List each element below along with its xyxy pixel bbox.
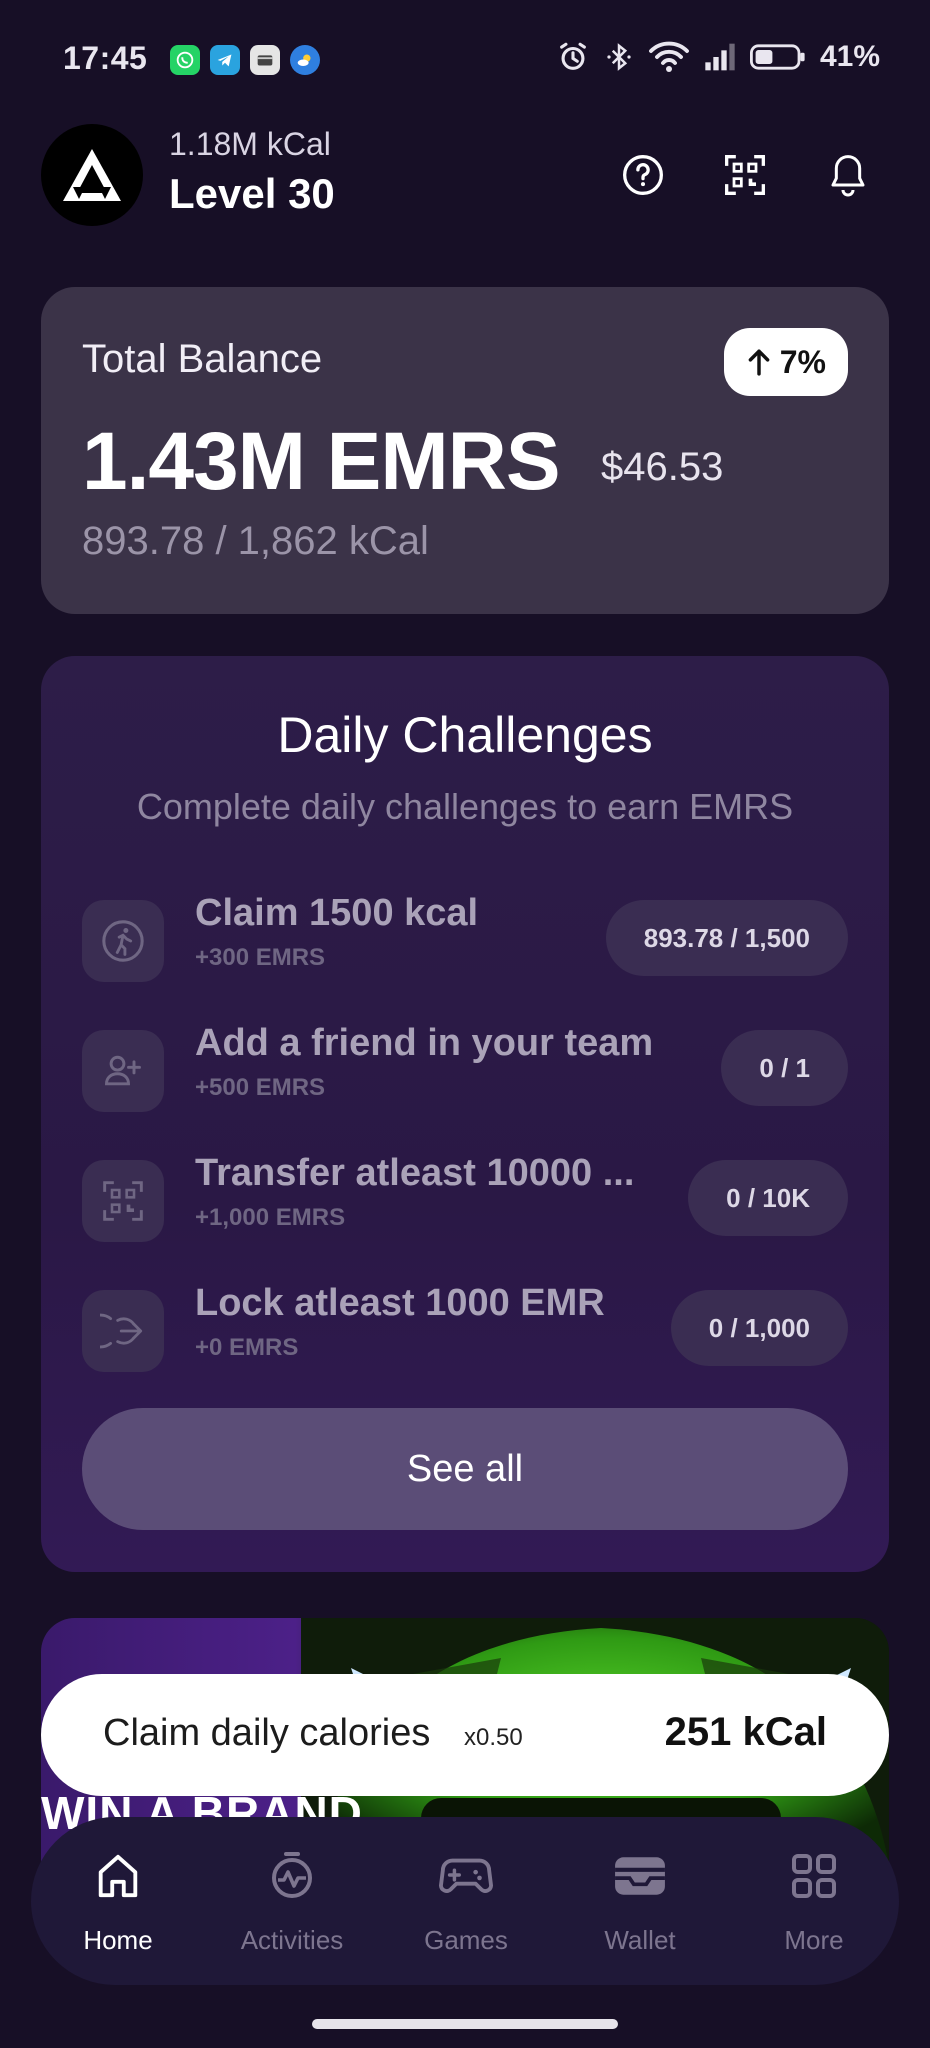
signal-icon [705, 43, 735, 71]
challenge-name: Claim 1500 kcal [195, 892, 479, 934]
add-user-icon [82, 1030, 164, 1112]
qr-transfer-icon [82, 1160, 164, 1242]
challenges-subtitle: Complete daily challenges to earn EMRS [136, 786, 794, 827]
daily-challenges-card: Daily Challenges Complete daily challeng… [41, 656, 889, 1572]
qr-scan-icon[interactable] [722, 152, 768, 198]
nav-label: Home [83, 1925, 153, 1955]
lock-stake-icon [82, 1290, 164, 1372]
claim-multiplier: x0.50 [464, 1724, 523, 1751]
challenge-progress: 893.78 / 1,500 [605, 900, 848, 976]
avatar[interactable] [41, 124, 143, 226]
challenge-reward: +1,000 EMRS [195, 1204, 346, 1231]
balance-label: Total Balance [82, 337, 323, 381]
gamepad-icon [439, 1849, 493, 1903]
grid-more-icon [787, 1849, 841, 1903]
home-indicator[interactable] [312, 2019, 618, 2029]
wallet-icon [613, 1849, 667, 1903]
battery-percent: 41% [819, 40, 880, 73]
challenge-name: Transfer atleast 10000 ... [195, 1152, 635, 1194]
weather-icon [290, 45, 320, 75]
balance-card[interactable]: Total Balance 7% 1.43M EMRS $46.53 893.7… [41, 287, 889, 614]
nav-item-home[interactable]: Home [31, 1817, 205, 1985]
nav-item-games[interactable]: Games [379, 1817, 553, 1985]
app-screen: 17:45 41% 1.18M kCal Level 30 Total Bala… [0, 0, 930, 2048]
bluetooth-icon [607, 43, 631, 71]
claim-daily-calories-button[interactable]: Claim daily calories x0.50 251 kCal [41, 1674, 889, 1796]
notification-icons [170, 45, 320, 75]
telegram-icon [210, 45, 240, 75]
claim-label: Claim daily calories [103, 1712, 431, 1754]
balance-change-badge: 7% [723, 328, 848, 396]
challenge-reward: +0 EMRS [195, 1334, 299, 1361]
arrow-up-icon [748, 349, 770, 376]
status-bar: 17:45 41% [0, 0, 930, 120]
wifi-icon [649, 41, 689, 72]
header-level: Level 30 [169, 170, 335, 217]
whatsapp-icon [170, 45, 200, 75]
challenges-title: Daily Challenges [277, 707, 653, 763]
nav-item-activities[interactable]: Activities [205, 1817, 379, 1985]
challenge-item[interactable]: Lock atleast 1000 EMR +0 EMRS 0 / 1,000 [82, 1282, 848, 1372]
system-status: 41% [556, 40, 880, 74]
bottom-nav: Home Activities Games Wallet More [31, 1817, 899, 1985]
challenge-item[interactable]: Add a friend in your team +500 EMRS 0 / … [82, 1022, 848, 1112]
header-kcal: 1.18M kCal [169, 126, 331, 162]
app-logo-icon [63, 149, 121, 201]
balance-change-value: 7% [779, 343, 826, 380]
challenge-progress: 0 / 1,000 [670, 1290, 848, 1366]
challenge-reward: +300 EMRS [195, 944, 326, 971]
nav-item-wallet[interactable]: Wallet [553, 1817, 727, 1985]
challenge-reward: +500 EMRS [195, 1074, 326, 1101]
challenge-item[interactable]: Claim 1500 kcal +300 EMRS 893.78 / 1,500 [82, 892, 848, 982]
see-all-button[interactable]: See all [82, 1408, 848, 1530]
challenge-name: Lock atleast 1000 EMR [195, 1282, 605, 1324]
alarm-icon [560, 42, 586, 70]
help-icon[interactable] [620, 152, 666, 198]
nav-label: Wallet [604, 1925, 676, 1955]
running-icon [82, 900, 164, 982]
battery-icon [749, 44, 805, 70]
wallet-app-icon [250, 45, 280, 75]
challenge-name: Add a friend in your team [195, 1022, 654, 1064]
nav-label: Games [424, 1925, 508, 1955]
balance-amount: 1.43M EMRS [82, 416, 561, 507]
nav-item-more[interactable]: More [727, 1817, 901, 1985]
challenge-item[interactable]: Transfer atleast 10000 ... +1,000 EMRS 0… [82, 1152, 848, 1242]
balance-kcal-progress: 893.78 / 1,862 kCal [82, 519, 429, 563]
nav-label: More [784, 1925, 844, 1955]
challenge-progress: 0 / 1 [721, 1030, 848, 1106]
status-time: 17:45 [63, 40, 148, 76]
header: 1.18M kCal Level 30 [0, 120, 930, 230]
claim-value: 251 kCal [664, 1710, 827, 1754]
nav-label: Activities [240, 1925, 344, 1955]
bell-icon[interactable] [825, 152, 871, 198]
home-icon [91, 1849, 145, 1903]
balance-usd: $46.53 [601, 445, 724, 489]
challenge-progress: 0 / 10K [688, 1160, 848, 1236]
activity-stopwatch-icon [265, 1849, 319, 1903]
